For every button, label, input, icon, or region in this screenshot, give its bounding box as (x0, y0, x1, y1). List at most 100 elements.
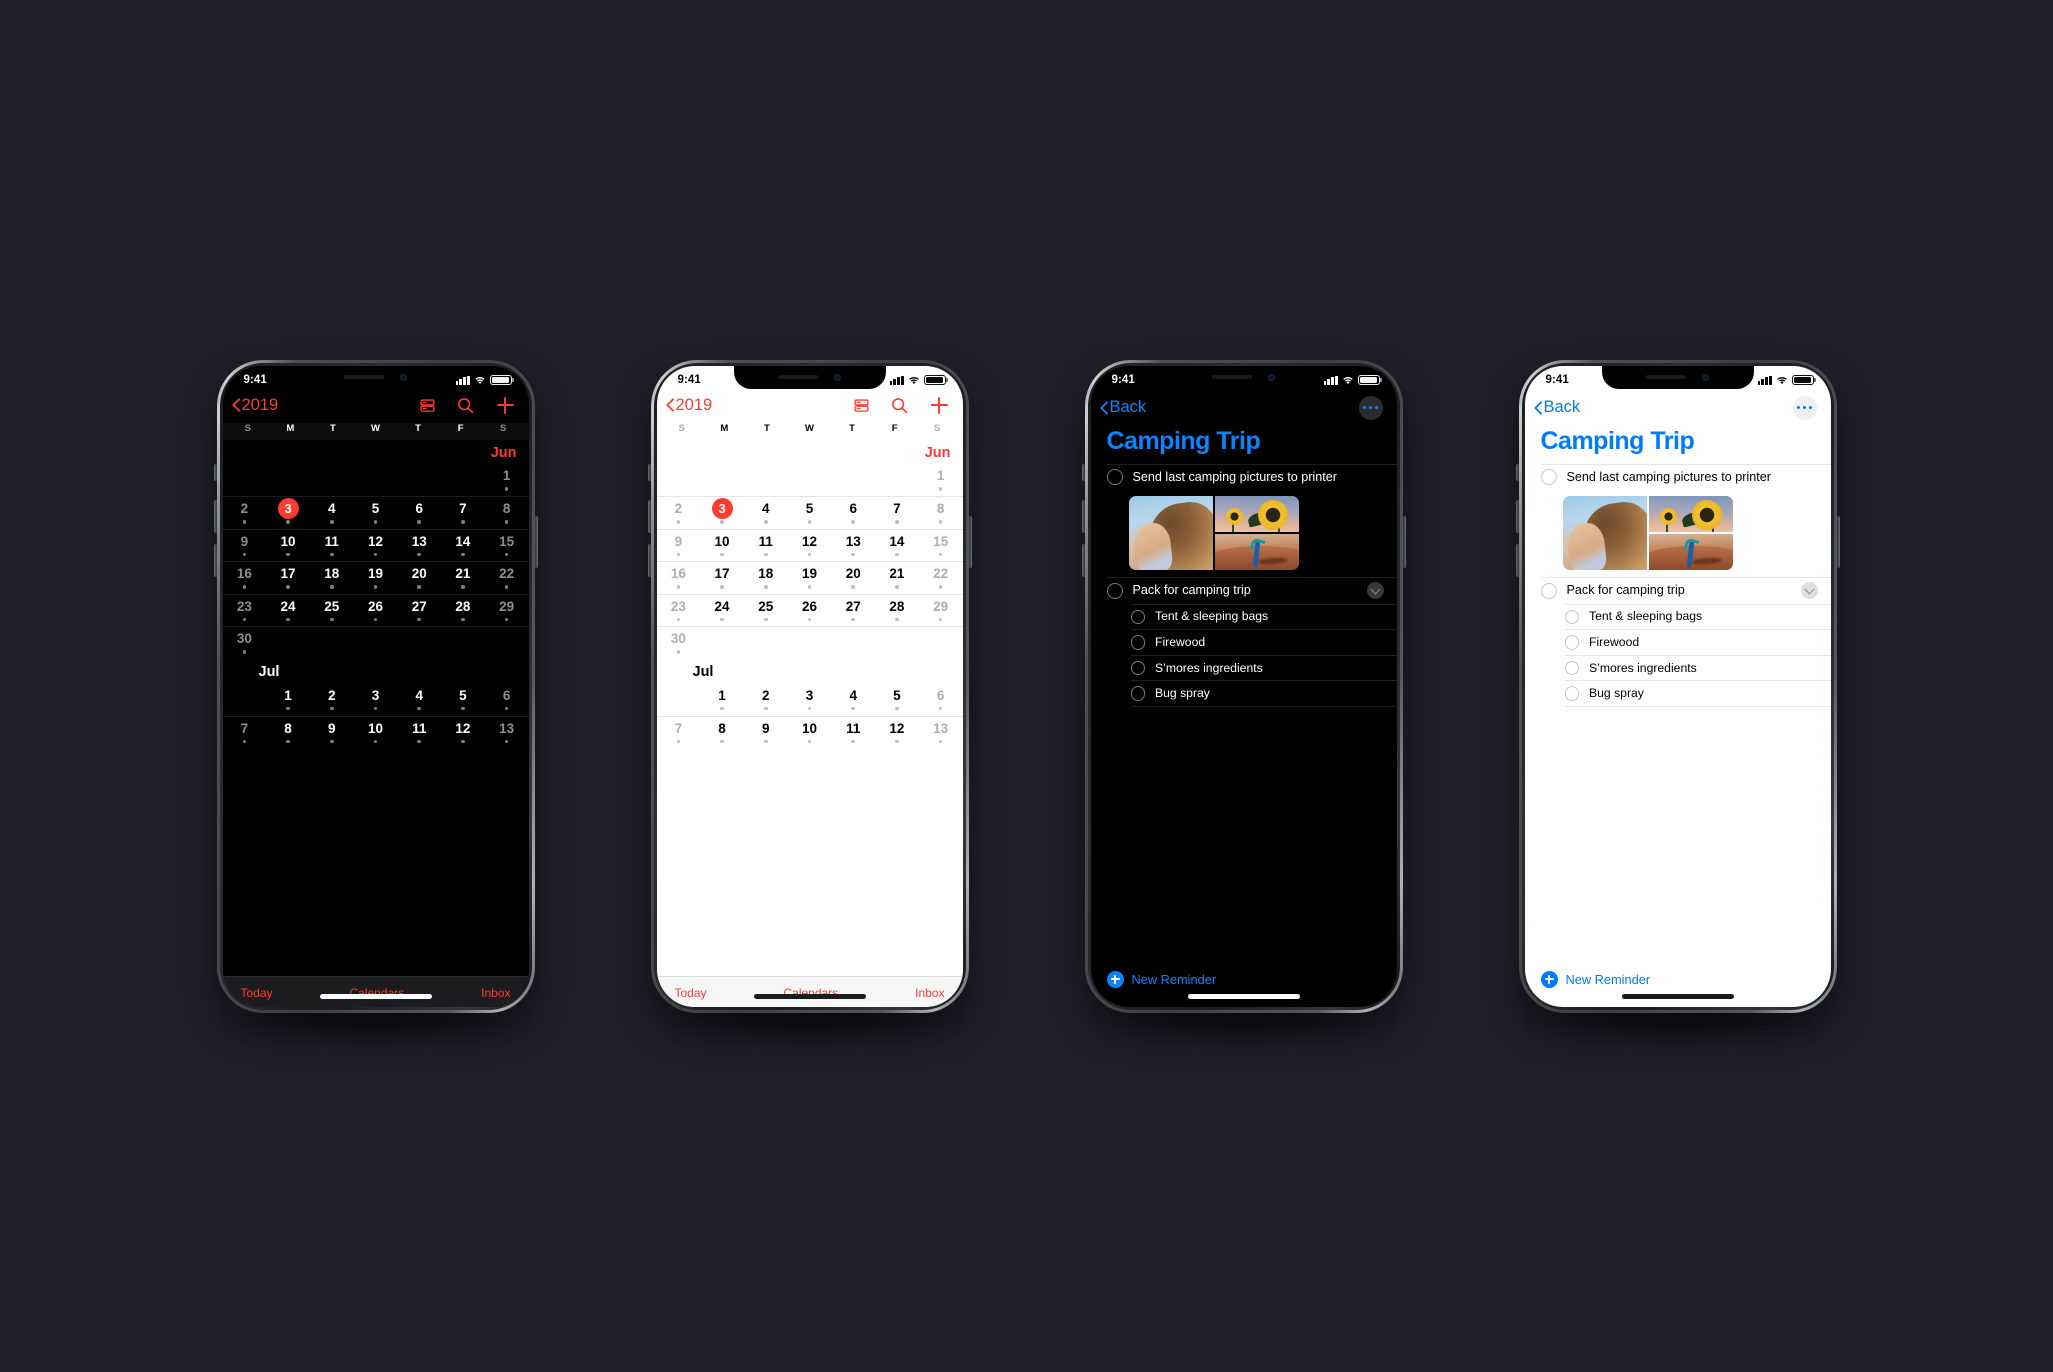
reminder-checkbox[interactable] (1130, 635, 1145, 650)
calendar-day-Jun-11[interactable]: 11 (310, 530, 354, 562)
reminder-row[interactable]: Firewood (1091, 630, 1397, 655)
reminder-row[interactable]: Bug spray (1525, 681, 1831, 706)
calendar-day-Jun-5[interactable]: 5 (788, 497, 832, 529)
calendar-day-Jun-12[interactable]: 12 (788, 530, 832, 562)
calendar-day-Jun-20[interactable]: 20 (397, 562, 441, 594)
tab-inbox[interactable]: Inbox (915, 986, 944, 1000)
back-button[interactable]: Back (1100, 398, 1147, 417)
collapse-subtasks-button[interactable] (1800, 582, 1818, 600)
calendar-day-Jun-9[interactable]: 9 (657, 530, 701, 562)
calendar-day-Jul-4[interactable]: 4 (831, 683, 875, 716)
calendar-day-Jul-10[interactable]: 10 (788, 717, 832, 749)
reminder-checkbox[interactable] (1564, 686, 1579, 701)
tab-today[interactable]: Today (241, 986, 273, 1000)
reminder-row[interactable]: Pack for camping trip (1091, 578, 1397, 604)
reminder-row[interactable]: Tent & sleeping bags (1091, 604, 1397, 629)
photo-portrait-woman-curly-hair[interactable] (1562, 496, 1647, 571)
calendar-day-Jun-27[interactable]: 27 (397, 595, 441, 627)
calendar-day-Jun-13[interactable]: 13 (397, 530, 441, 562)
reminder-checkbox[interactable] (1106, 582, 1123, 599)
calendar-day-Jun-15[interactable]: 15 (485, 530, 529, 562)
calendar-day-Jun-28[interactable]: 28 (441, 595, 485, 627)
calendar-day-Jul-5[interactable]: 5 (441, 683, 485, 716)
tab-today[interactable]: Today (675, 986, 707, 1000)
calendar-day-Jun-6[interactable]: 6 (397, 497, 441, 529)
calendar-day-Jun-21[interactable]: 21 (875, 562, 919, 594)
home-indicator[interactable] (1187, 994, 1300, 999)
calendar-day-Jun-17[interactable]: 17 (700, 562, 744, 594)
reminder-row[interactable]: Bug spray (1091, 681, 1397, 706)
reminder-row[interactable]: Tent & sleeping bags (1525, 604, 1831, 629)
reminder-checkbox[interactable] (1106, 469, 1123, 486)
calendar-day-Jul-2[interactable]: 2 (744, 683, 788, 716)
calendar-day-Jun-15[interactable]: 15 (919, 530, 963, 562)
calendar-day-Jun-5[interactable]: 5 (354, 497, 398, 529)
calendar-day-Jul-5[interactable]: 5 (875, 683, 919, 716)
calendar-day-Jun-26[interactable]: 26 (788, 595, 832, 627)
calendar-day-Jun-30[interactable]: 30 (657, 627, 701, 659)
calendar-day-Jul-7[interactable]: 7 (657, 717, 701, 749)
reminder-checkbox[interactable] (1564, 609, 1579, 625)
calendar-day-Jun-3[interactable]: 3 (700, 497, 744, 529)
calendar-day-Jul-1[interactable]: 1 (266, 683, 310, 716)
reminder-checkbox[interactable] (1540, 582, 1557, 599)
home-indicator[interactable] (753, 994, 866, 999)
calendar-day-Jun-1[interactable]: 1 (919, 464, 963, 497)
calendar-day-Jul-3[interactable]: 3 (788, 683, 832, 716)
calendar-day-Jul-13[interactable]: 13 (919, 717, 963, 749)
calendar-day-Jun-12[interactable]: 12 (354, 530, 398, 562)
calendar-day-Jul-7[interactable]: 7 (223, 717, 267, 749)
home-indicator[interactable] (319, 994, 432, 999)
calendar-day-Jul-12[interactable]: 12 (441, 717, 485, 749)
calendar-day-Jun-7[interactable]: 7 (875, 497, 919, 529)
search-icon[interactable] (891, 397, 908, 414)
calendar-day-Jun-17[interactable]: 17 (266, 562, 310, 594)
reminder-checkbox[interactable] (1130, 609, 1145, 625)
calendar-day-Jun-26[interactable]: 26 (354, 595, 398, 627)
calendar-day-Jun-18[interactable]: 18 (744, 562, 788, 594)
calendar-day-Jun-8[interactable]: 8 (485, 497, 529, 529)
reminder-checkbox[interactable] (1540, 469, 1557, 486)
back-to-year-button[interactable]: 2019 (232, 396, 279, 415)
calendar-day-Jul-6[interactable]: 6 (919, 683, 963, 716)
reminder-checkbox[interactable] (1564, 660, 1579, 676)
calendar-day-Jun-14[interactable]: 14 (875, 530, 919, 562)
calendar-day-Jul-3[interactable]: 3 (354, 683, 398, 716)
calendar-day-Jul-2[interactable]: 2 (310, 683, 354, 716)
calendar-day-Jun-22[interactable]: 22 (919, 562, 963, 594)
calendar-day-Jun-10[interactable]: 10 (700, 530, 744, 562)
calendar-day-Jun-24[interactable]: 24 (266, 595, 310, 627)
calendar-day-Jun-8[interactable]: 8 (919, 497, 963, 529)
calendar-day-Jun-30[interactable]: 30 (223, 627, 267, 659)
calendar-list-icon[interactable] (853, 398, 869, 413)
calendar-day-Jun-24[interactable]: 24 (700, 595, 744, 627)
reminder-row[interactable]: S’mores ingredients (1091, 655, 1397, 680)
photo-sunflowers-at-sunset[interactable] (1214, 496, 1299, 533)
tab-inbox[interactable]: Inbox (481, 986, 510, 1000)
home-indicator[interactable] (1621, 994, 1734, 999)
reminder-row[interactable]: Firewood (1525, 630, 1831, 655)
reminder-row[interactable]: S’mores ingredients (1525, 655, 1831, 680)
calendar-day-Jun-9[interactable]: 9 (223, 530, 267, 562)
calendar-day-Jul-1[interactable]: 1 (700, 683, 744, 716)
calendar-list-icon[interactable] (419, 398, 435, 413)
calendar-day-Jun-28[interactable]: 28 (875, 595, 919, 627)
calendar-day-Jun-22[interactable]: 22 (485, 562, 529, 594)
calendar-day-Jul-12[interactable]: 12 (875, 717, 919, 749)
calendar-scroll-area[interactable]: Jun 1 2 3 4 5 6 7 8 9 10 11 12 13 14 15 16 17 18 19 20 21 22 23… (656, 439, 963, 1007)
back-button[interactable]: Back (1534, 398, 1581, 417)
search-icon[interactable] (457, 397, 474, 414)
calendar-scroll-area[interactable]: Jun 1 2 3 4 5 6 7 8 9 10 11 12 13 14 15 16 17 18 19 20 21 22 23… (222, 439, 529, 1007)
collapse-subtasks-button[interactable] (1366, 582, 1384, 600)
photo-handstand-on-red-dirt[interactable] (1214, 534, 1299, 571)
reminder-row[interactable]: Send last camping pictures to printer (1525, 464, 1831, 490)
calendar-day-Jun-23[interactable]: 23 (223, 595, 267, 627)
calendar-day-Jun-6[interactable]: 6 (831, 497, 875, 529)
calendar-day-Jun-3[interactable]: 3 (266, 497, 310, 529)
calendar-day-Jun-25[interactable]: 25 (310, 595, 354, 627)
calendar-day-Jun-1[interactable]: 1 (485, 464, 529, 497)
reminder-checkbox[interactable] (1130, 660, 1145, 676)
calendar-day-Jun-4[interactable]: 4 (744, 497, 788, 529)
reminder-checkbox[interactable] (1564, 635, 1579, 650)
calendar-day-Jul-9[interactable]: 9 (744, 717, 788, 749)
